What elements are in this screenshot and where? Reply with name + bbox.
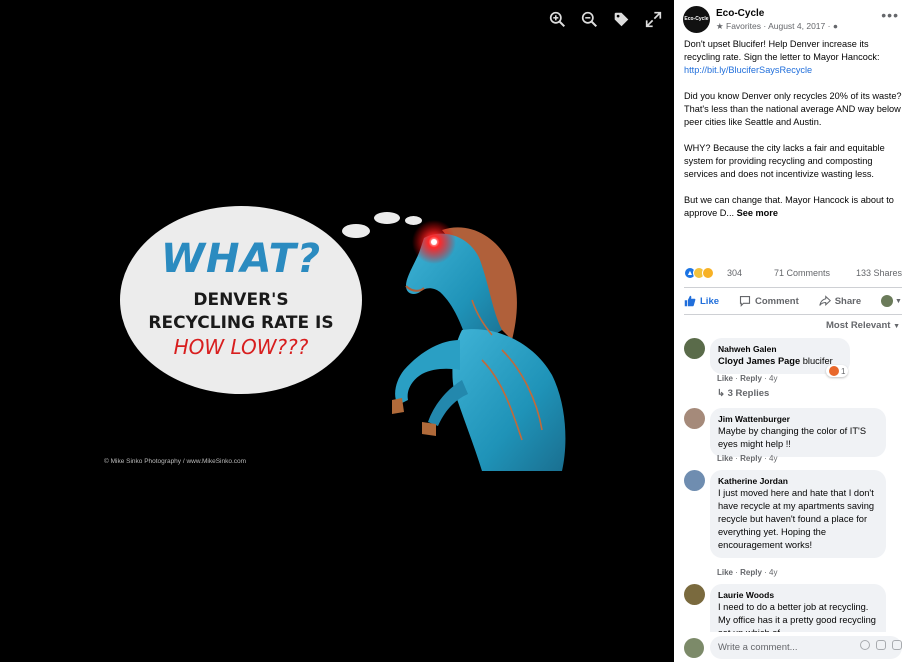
share-icon bbox=[818, 295, 831, 306]
see-more-link[interactable]: See more bbox=[737, 208, 778, 218]
comment-reply-button[interactable]: Reply bbox=[740, 454, 762, 463]
emoji-icon[interactable] bbox=[860, 640, 870, 650]
post-link[interactable]: http://bit.ly/BluciferSaysRecycle bbox=[684, 65, 812, 75]
comment-reaction-count: 1 bbox=[841, 366, 846, 376]
post-paragraph-2: Did you know Denver only recycles 20% of… bbox=[684, 91, 902, 127]
share-button[interactable]: Share bbox=[818, 295, 862, 307]
reaction-stats: ▲ 304 71 Comments 133 Shares bbox=[684, 266, 902, 280]
commenter-avatar[interactable] bbox=[684, 338, 705, 359]
comment-button[interactable]: Comment bbox=[739, 295, 799, 307]
angry-reaction-icon bbox=[829, 366, 839, 376]
comment-like-button[interactable]: Like bbox=[717, 454, 733, 463]
comment-label: Comment bbox=[754, 295, 799, 307]
comments-count[interactable]: 71 Comments bbox=[774, 268, 830, 278]
reaction-icons[interactable]: ▲ bbox=[684, 267, 714, 279]
commenter-avatar[interactable] bbox=[684, 408, 705, 429]
comment-time[interactable]: 4y bbox=[769, 568, 777, 577]
bubble-line-2: RECYCLING RATE IS bbox=[148, 313, 334, 333]
thumbs-up-icon bbox=[684, 295, 696, 307]
post-meta: ★ Favorites · August 4, 2017 · ● bbox=[716, 21, 838, 32]
comment-time[interactable]: 4y bbox=[769, 454, 777, 463]
post-panel: Eco-Cycle Eco-Cycle ★ Favorites · August… bbox=[674, 0, 908, 662]
paragraph-4-text: But we can change that. Mayor Hancock is… bbox=[684, 195, 894, 218]
comment-like-button[interactable]: Like bbox=[717, 374, 733, 383]
comment-text: I need to do a better job at recycling. … bbox=[718, 602, 876, 632]
tagged-user[interactable]: Cloyd James Page bbox=[718, 356, 800, 366]
comment-item: Nahweh Galen Cloyd James Page blucifer 1… bbox=[684, 338, 902, 402]
commenter-avatar[interactable] bbox=[684, 470, 705, 491]
favorites-label: Favorites bbox=[726, 21, 761, 31]
comment-composer: Write a comment... bbox=[674, 632, 908, 662]
bubble-line-3: HOW LOW??? bbox=[173, 335, 309, 359]
post-actions: Like Comment Share ▼ bbox=[684, 287, 902, 315]
zoom-in-icon[interactable] bbox=[548, 10, 566, 28]
sticker-icon[interactable] bbox=[892, 640, 902, 650]
photo-credit: © Mike Sinko Photography / www.MikeSinko… bbox=[104, 458, 247, 465]
reply-arrow-icon: ↳ bbox=[717, 388, 728, 399]
post-paragraph-1: Don't upset Blucifer! Help Denver increa… bbox=[684, 38, 902, 77]
commenter-name[interactable]: Laurie Woods bbox=[718, 589, 878, 601]
comment-bubble: Jim Wattenburger Maybe by changing the c… bbox=[710, 408, 886, 457]
post-text: Don't upset Blucifer! Help Denver increa… bbox=[684, 38, 902, 233]
post-photo[interactable]: WHAT? DENVER'S RECYCLING RATE IS HOW LOW… bbox=[94, 200, 568, 471]
post-paragraph-4: But we can change that. Mayor Hancock is… bbox=[684, 194, 902, 220]
tag-icon[interactable] bbox=[612, 10, 630, 28]
globe-icon: ● bbox=[832, 21, 838, 31]
comment-text: Maybe by changing the color of IT'S eyes… bbox=[718, 426, 867, 449]
comment-text: I just moved here and hate that I don't … bbox=[718, 488, 875, 550]
zoom-out-icon[interactable] bbox=[580, 10, 598, 28]
comment-icon bbox=[739, 295, 751, 307]
comment-time[interactable]: 4y bbox=[769, 374, 777, 383]
fullscreen-icon[interactable] bbox=[644, 10, 662, 28]
comment-bubble: Katherine Jordan I just moved here and h… bbox=[710, 470, 886, 558]
comment-sort-dropdown[interactable]: Most Relevant ▼ bbox=[826, 320, 900, 331]
comment-item: Jim Wattenburger Maybe by changing the c… bbox=[684, 408, 902, 468]
commenter-avatar[interactable] bbox=[684, 584, 705, 605]
more-options-icon[interactable]: ••• bbox=[881, 8, 899, 22]
photo-viewer: WHAT? DENVER'S RECYCLING RATE IS HOW LOW… bbox=[0, 0, 674, 662]
gif-icon[interactable] bbox=[876, 640, 886, 650]
share-label: Share bbox=[834, 295, 862, 307]
user-avatar bbox=[684, 638, 704, 658]
like-button[interactable]: Like bbox=[684, 295, 719, 307]
sort-label: Most Relevant bbox=[826, 320, 891, 331]
star-icon: ★ bbox=[716, 21, 724, 31]
bubble-title: WHAT? bbox=[160, 236, 322, 282]
like-label: Like bbox=[700, 295, 720, 307]
post-header: Eco-Cycle Eco-Cycle ★ Favorites · August… bbox=[683, 6, 901, 36]
wow-reaction-icon bbox=[702, 267, 714, 279]
commenter-name[interactable]: Nahweh Galen bbox=[718, 343, 842, 355]
comment-meta: Like · Reply · 4y bbox=[717, 568, 778, 577]
comment-text: blucifer bbox=[800, 356, 833, 366]
page-name[interactable]: Eco-Cycle bbox=[716, 8, 764, 19]
comment-bubble: Laurie Woods I need to do a better job a… bbox=[710, 584, 886, 632]
shares-count[interactable]: 133 Shares bbox=[856, 268, 902, 278]
replies-label: 3 Replies bbox=[727, 388, 770, 399]
comment-reaction[interactable]: 1 bbox=[826, 365, 849, 377]
commenter-name[interactable]: Katherine Jordan bbox=[718, 475, 878, 487]
post-as-selector[interactable]: ▼ bbox=[881, 295, 902, 307]
paragraph-1-text: Don't upset Blucifer! Help Denver increa… bbox=[684, 39, 880, 62]
bubble-line-1: DENVER'S bbox=[193, 290, 289, 310]
comment-meta: Like · Reply · 4y bbox=[717, 374, 778, 383]
chevron-down-icon: ▼ bbox=[895, 297, 902, 305]
commenter-name[interactable]: Jim Wattenburger bbox=[718, 413, 878, 425]
comment-reply-button[interactable]: Reply bbox=[740, 568, 762, 577]
composer-icons bbox=[860, 640, 902, 650]
post-paragraph-3: WHY? Because the city lacks a fair and e… bbox=[684, 143, 885, 179]
viewer-toolbar bbox=[548, 10, 662, 28]
chevron-down-icon: ▼ bbox=[893, 323, 900, 330]
comment-item: Laurie Woods I need to do a better job a… bbox=[684, 584, 902, 632]
page-avatar[interactable]: Eco-Cycle bbox=[683, 6, 710, 33]
view-replies-button[interactable]: ↳ 3 Replies bbox=[717, 388, 769, 399]
comment-meta: Like · Reply · 4y bbox=[717, 454, 778, 463]
blue-mustang-horse bbox=[392, 220, 566, 471]
comment-reply-button[interactable]: Reply bbox=[740, 374, 762, 383]
user-avatar bbox=[881, 295, 894, 307]
comment-item: Katherine Jordan I just moved here and h… bbox=[684, 470, 902, 580]
reaction-count[interactable]: 304 bbox=[727, 268, 742, 278]
post-date[interactable]: August 4, 2017 bbox=[768, 21, 825, 31]
comment-like-button[interactable]: Like bbox=[717, 568, 733, 577]
